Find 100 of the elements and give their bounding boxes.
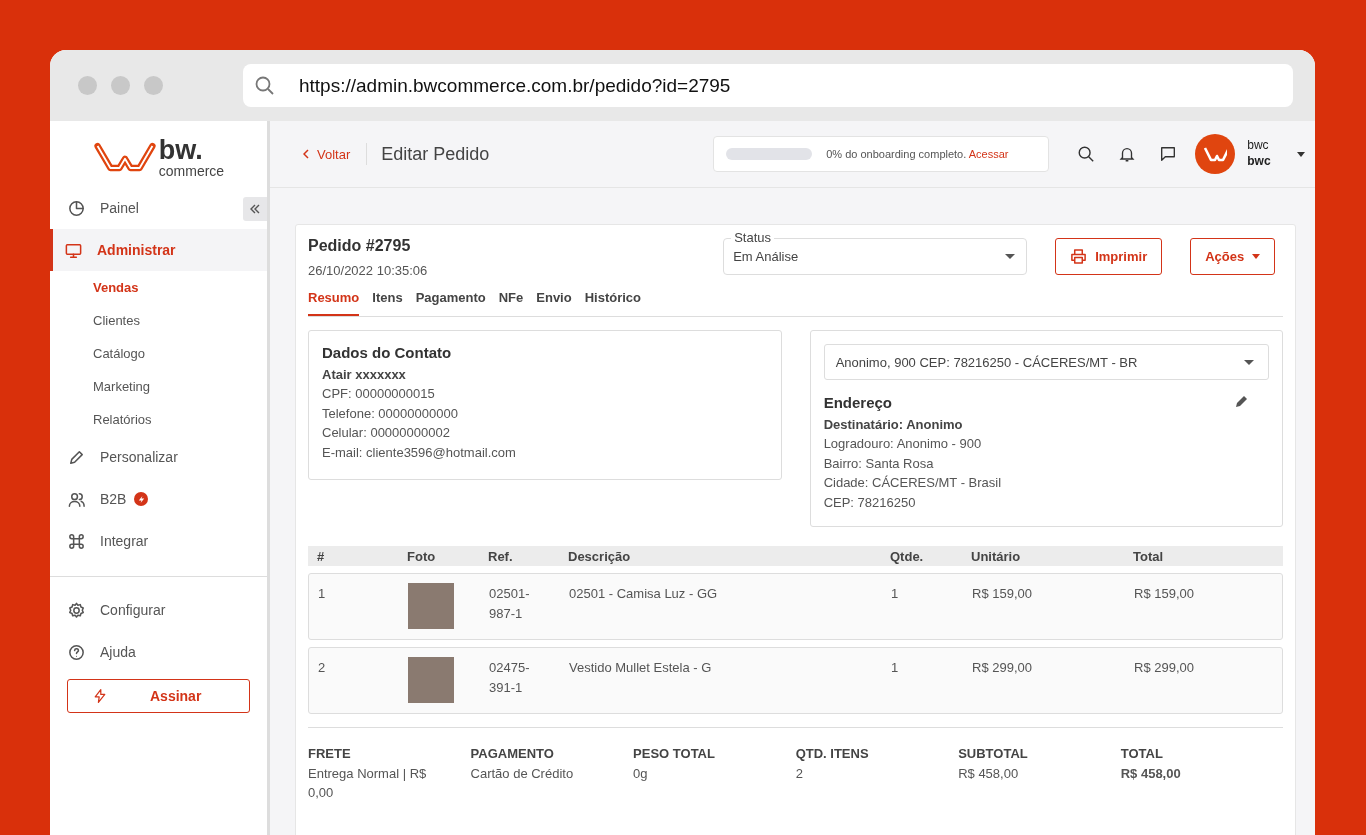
recipient-name: Destinatário: Anonimo [823, 417, 964, 432]
search-icon[interactable] [1077, 145, 1096, 163]
summary-label: QTD. ITENS [795, 745, 870, 763]
search-icon [255, 75, 275, 96]
address-title: Endereço [823, 394, 892, 411]
table-cell-text: 1 [318, 585, 327, 603]
photo-placeholder [408, 657, 454, 703]
table-cell-text: 2 [318, 659, 327, 677]
logo-icon [92, 140, 157, 174]
table-cell-text: Vestido Mullet Estela - G [569, 659, 713, 677]
print-button[interactable]: Imprimir [1055, 238, 1163, 275]
summary-label: PAGAMENTO [470, 745, 555, 763]
photo-placeholder [408, 583, 454, 629]
summary-label: SUBTOTAL [958, 745, 1029, 763]
collapse-button[interactable] [243, 197, 267, 221]
address-detail: Cidade: CÁCERES/MT - Brasil [823, 474, 1003, 492]
user-name: bwc [1247, 138, 1270, 154]
summary-label: FRETE [308, 745, 352, 763]
table-cell-text: R$ 299,00 [972, 659, 1033, 677]
store-name: bwc [1247, 154, 1272, 170]
onboarding-text: 0% do onboarding completo. Acessar [826, 148, 1009, 160]
command-icon [67, 531, 86, 551]
sidebar-item[interactable]: Integrar [50, 520, 267, 562]
tab[interactable]: Histórico [584, 284, 642, 316]
caret-icon [1244, 359, 1255, 365]
address-detail: Bairro: Santa Rosa [823, 454, 935, 473]
tab[interactable]: NFe [498, 284, 524, 316]
address-select[interactable]: Anonimo, 900 CEP: 78216250 - CÁCERES/MT - BR [823, 344, 1270, 380]
url-text: https://admin.bwcommerce.com.br/pedido?id=2795 [299, 74, 731, 97]
caret-icon[interactable] [1297, 151, 1306, 157]
address-detail: Logradouro: Anonimo - 900 [823, 435, 983, 453]
order-date: 26/10/2022 10:35:06 [308, 263, 429, 278]
contact-detail: CPF: 00000000015 [322, 385, 436, 403]
contact-name: Atair xxxxxxx [322, 367, 407, 382]
table-cell-text: 1 [891, 659, 900, 677]
chevron-left-icon [303, 149, 309, 159]
sidebar-item[interactable]: B2B [50, 478, 267, 520]
summary-label: TOTAL [1120, 745, 1164, 763]
chart-icon [67, 198, 86, 218]
chat-icon[interactable] [1159, 145, 1178, 163]
tab[interactable]: Envio [536, 284, 572, 316]
avatar[interactable] [1195, 134, 1236, 174]
sidebar-item[interactable]: Painel [50, 187, 241, 229]
printer-icon [1070, 248, 1088, 265]
tab[interactable]: Pagamento [415, 284, 486, 316]
table-cell-text: 02475-391-1 [489, 659, 531, 697]
logo: bw. commerce [92, 121, 225, 187]
double-chevron-icon [249, 204, 261, 214]
summary-value: R$ 458,00 [1120, 764, 1182, 783]
onboarding-link[interactable]: Acessar [968, 148, 1009, 160]
sidebar-item[interactable]: Configurar [50, 589, 267, 631]
contact-detail: E-mail: cliente3596@hotmail.com [322, 443, 517, 462]
gear-icon [67, 600, 86, 620]
status-label: Status [731, 231, 775, 244]
contact-detail: Telefone: 00000000000 [322, 404, 459, 423]
column-header: # [317, 548, 326, 564]
back-link[interactable]: Voltar [303, 146, 351, 162]
tab[interactable]: Resumo [308, 284, 360, 316]
status-select[interactable]: Status Em Análise [723, 229, 1028, 275]
summary-value: Cartão de Crédito [470, 764, 575, 783]
sidebar-item[interactable]: Personalizar [50, 436, 267, 478]
tab[interactable]: Itens [372, 284, 403, 316]
table-cell-text: R$ 159,00 [1134, 585, 1195, 603]
pencil-icon[interactable] [1235, 394, 1250, 408]
sidebar-subitem[interactable]: Catálogo [50, 337, 267, 370]
column-header: Total [1133, 548, 1165, 564]
sidebar-subitem[interactable]: Marketing [50, 370, 267, 403]
table-cell-text: 02501-987-1 [489, 585, 531, 623]
lightning-icon [92, 688, 108, 704]
column-header: Ref. [488, 548, 514, 564]
help-icon [67, 642, 86, 662]
table-cell-text: 1 [891, 585, 900, 603]
column-header: Foto [407, 548, 437, 564]
table-cell-text: R$ 299,00 [1134, 659, 1195, 677]
order-title: Pedido #2795 [308, 237, 412, 255]
contact-title: Dados do Contato [322, 344, 453, 361]
caret-icon [1252, 254, 1261, 259]
subscribe-button[interactable]: Assinar [67, 679, 250, 713]
sidebar-subitem[interactable]: Vendas [50, 271, 267, 304]
column-header: Unitário [971, 548, 1022, 564]
address-bar[interactable]: https://admin.bwcommerce.com.br/pedido?id=2795 [243, 64, 1293, 107]
page-title: Editar Pedido [381, 143, 491, 165]
contact-detail: Celular: 00000000002 [322, 424, 451, 442]
summary-value: R$ 458,00 [958, 764, 1020, 783]
sidebar-item[interactable]: Administrar [50, 229, 267, 271]
summary-label: PESO TOTAL [633, 745, 716, 763]
sidebar-subitem[interactable]: Relatórios [50, 403, 267, 436]
summary-value: Entrega Normal | R$ 0,00 [308, 764, 428, 802]
caret-icon [1005, 254, 1016, 259]
column-header: Qtde. [890, 548, 925, 564]
summary-value: 0g [633, 764, 649, 783]
sidebar-subitem[interactable]: Clientes [50, 304, 267, 337]
bell-icon[interactable] [1118, 145, 1137, 163]
actions-button[interactable]: Ações [1190, 238, 1276, 275]
table-cell-text: R$ 159,00 [972, 585, 1033, 603]
column-header: Descrição [568, 548, 632, 564]
table-cell-text: 02501 - Camisa Luz - GG [569, 585, 719, 603]
address-detail: CEP: 78216250 [823, 493, 917, 512]
summary-value: 2 [795, 764, 804, 783]
sidebar-item[interactable]: Ajuda [50, 631, 267, 673]
